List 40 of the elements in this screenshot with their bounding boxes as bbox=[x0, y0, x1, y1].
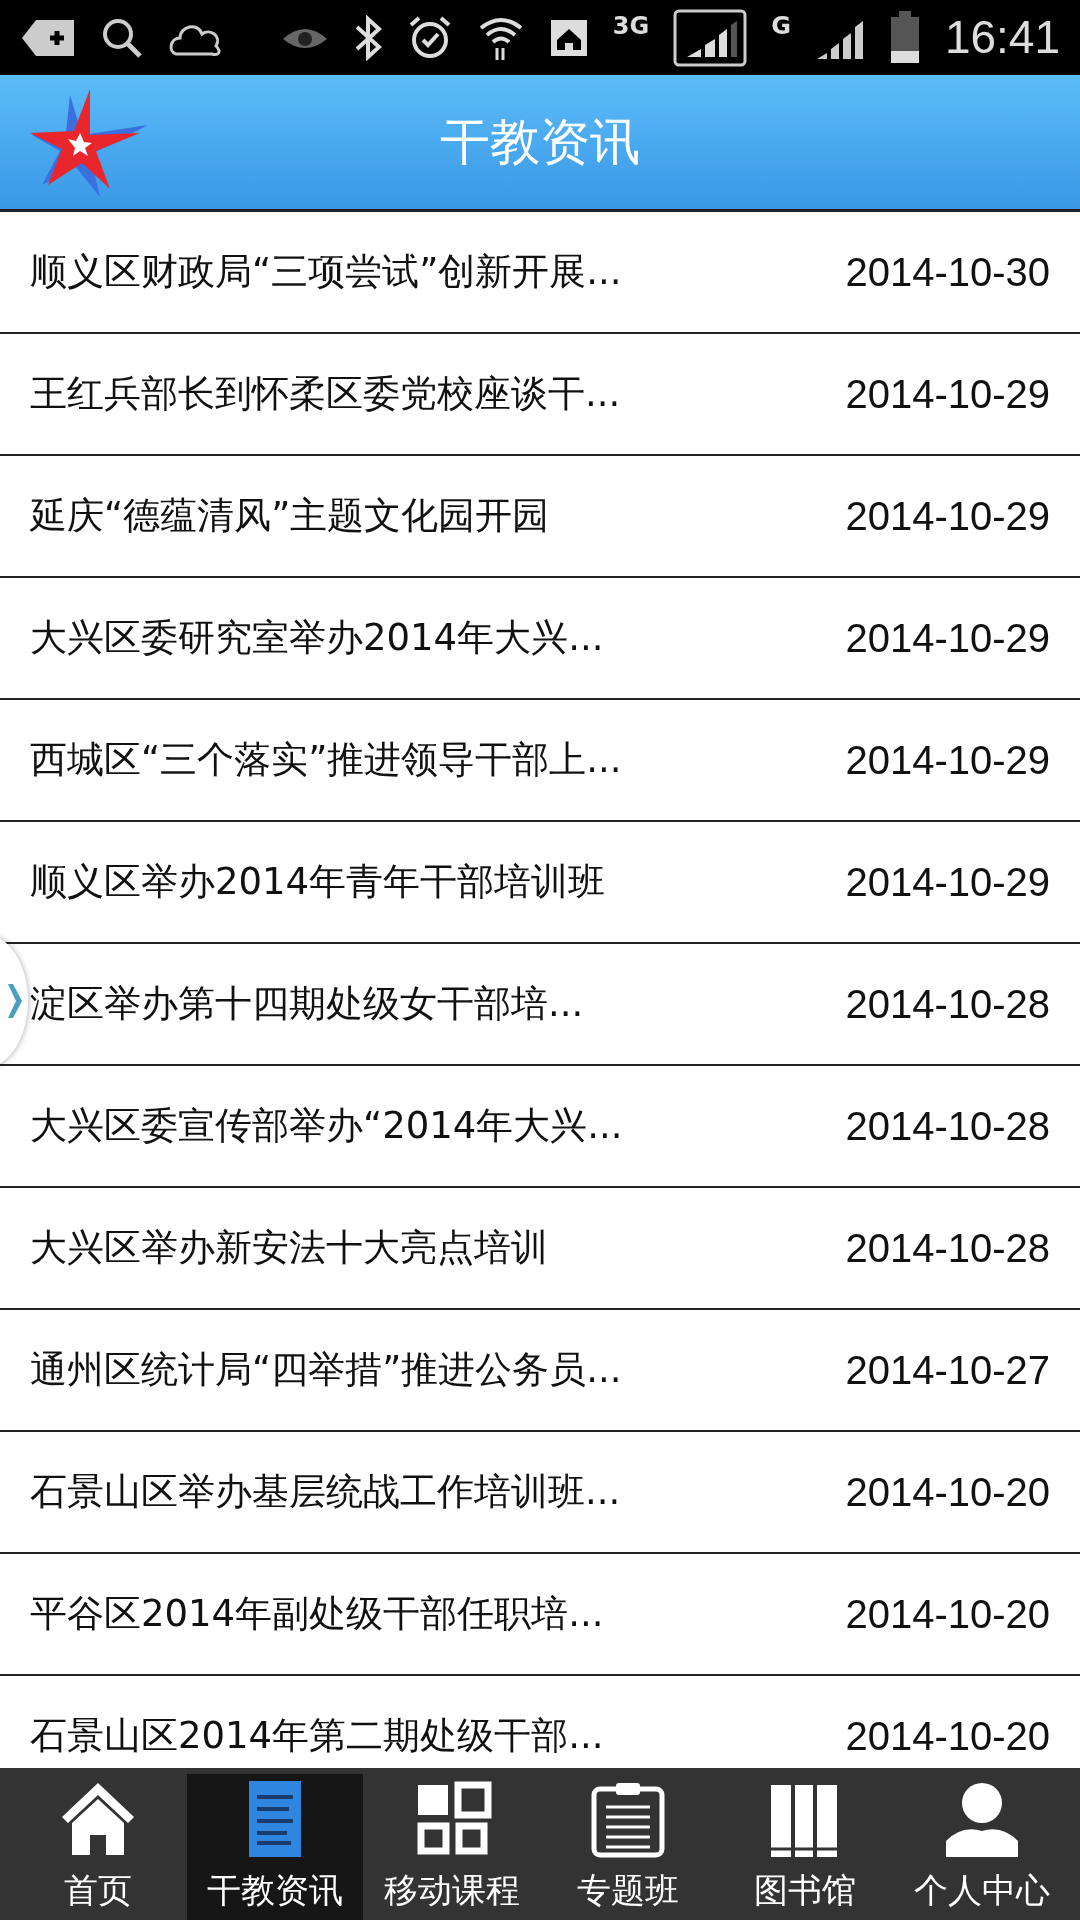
page-title: 干教资讯 bbox=[440, 111, 640, 173]
news-title[interactable]: 石景山区举办基层统战工作培训班... bbox=[30, 1464, 750, 1520]
news-date: 2014-10-29 bbox=[845, 737, 1050, 784]
news-title[interactable]: 平谷区2014年副处级干部任职培... bbox=[30, 1586, 750, 1642]
news-date: 2014-10-29 bbox=[845, 371, 1050, 418]
news-title[interactable]: 大兴区举办新安法十大亮点培训 bbox=[30, 1220, 750, 1276]
signal-icon bbox=[673, 8, 748, 67]
news-date: 2014-10-28 bbox=[845, 1225, 1050, 1272]
network-type-label: G bbox=[771, 11, 791, 42]
chevron-right-icon bbox=[8, 984, 22, 1018]
nav-tab[interactable]: 移动课程 bbox=[363, 1774, 540, 1920]
news-date: 2014-10-27 bbox=[845, 1347, 1050, 1394]
news-date: 2014-10-20 bbox=[845, 1591, 1050, 1638]
news-title[interactable]: 石景山区2014年第二期处级干部... bbox=[30, 1708, 750, 1764]
news-date: 2014-10-28 bbox=[845, 981, 1050, 1028]
news-date: 2014-10-20 bbox=[845, 1713, 1050, 1760]
news-title[interactable]: 大兴区委宣传部举办“2014年大兴... bbox=[30, 1098, 750, 1154]
news-date: 2014-10-30 bbox=[845, 249, 1050, 296]
network-type-label: 3G bbox=[612, 11, 650, 42]
news-date: 2014-10-29 bbox=[845, 859, 1050, 906]
news-title[interactable]: 延庆“德蕴清风”主题文化园开园 bbox=[30, 488, 750, 544]
news-title[interactable]: 顺义区举办2014年青年干部培训班 bbox=[30, 854, 750, 910]
battery-icon bbox=[888, 10, 921, 65]
news-title[interactable]: 淀区举办第十四期处级女干部培... bbox=[30, 976, 750, 1032]
news-title[interactable]: 通州区统计局“四举措”推进公务员... bbox=[30, 1342, 750, 1398]
nav-tab[interactable]: 图书馆 bbox=[716, 1774, 894, 1920]
nav-tab[interactable]: 个人中心 bbox=[893, 1774, 1071, 1920]
news-date: 2014-10-28 bbox=[845, 1103, 1050, 1150]
news-title[interactable]: 王红兵部长到怀柔区委党校座谈干... bbox=[30, 366, 750, 422]
nav-tab[interactable]: 首页 bbox=[10, 1774, 187, 1920]
news-title[interactable]: 顺义区财政局“三项尝试”创新开展... bbox=[30, 244, 750, 300]
nav-tab[interactable]: 干教资讯 bbox=[186, 1774, 364, 1920]
clock-time: 16:41 bbox=[944, 10, 1060, 65]
nav-tab[interactable]: 专题班 bbox=[540, 1774, 717, 1920]
news-title[interactable]: 大兴区委研究室举办2014年大兴... bbox=[30, 610, 750, 666]
news-date: 2014-10-29 bbox=[845, 493, 1050, 540]
news-date: 2014-10-29 bbox=[845, 615, 1050, 662]
news-date: 2014-10-20 bbox=[845, 1469, 1050, 1516]
notification-icon bbox=[20, 17, 76, 58]
news-title[interactable]: 西城区“三个落实”推进领导干部上... bbox=[30, 732, 750, 788]
